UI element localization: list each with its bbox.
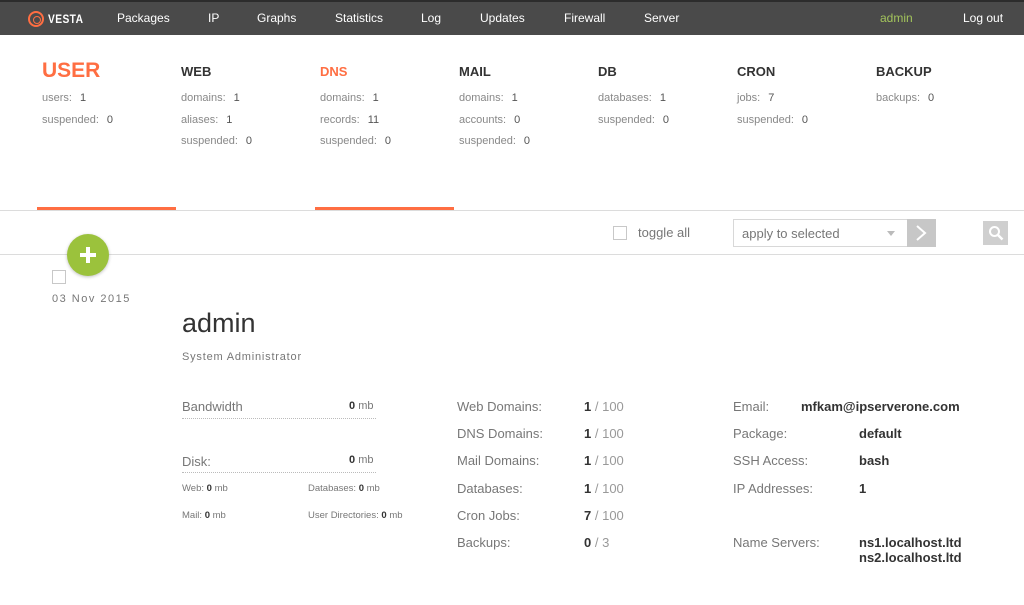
nav-server[interactable]: Server bbox=[644, 11, 679, 25]
divider-toolbar bbox=[0, 254, 1024, 255]
stat-row: jobs: 7 bbox=[737, 92, 775, 104]
record-user-role: System Administrator bbox=[182, 351, 302, 363]
search-button[interactable] bbox=[983, 221, 1008, 245]
stat-cron[interactable]: CRON jobs: 7 suspended: 0 bbox=[737, 60, 808, 131]
nav-statistics[interactable]: Statistics bbox=[335, 11, 383, 25]
stat-cron-title: CRON bbox=[737, 64, 776, 79]
stat-row: suspended: 0 bbox=[459, 135, 531, 147]
bandwidth-value: 0 mb bbox=[349, 400, 374, 412]
bandwidth-label: Bandwidth bbox=[182, 399, 243, 414]
divider-top bbox=[0, 210, 1024, 211]
limit-label: Web Domains: bbox=[457, 399, 543, 414]
nav-firewall[interactable]: Firewall bbox=[564, 11, 605, 25]
stat-row: databases: 1 bbox=[598, 92, 666, 104]
chevron-right-icon bbox=[916, 225, 927, 241]
nav-packages[interactable]: Packages bbox=[117, 11, 170, 25]
stat-web-title: WEB bbox=[181, 64, 212, 79]
email-label: Email: bbox=[733, 399, 770, 414]
limit-label: DNS Domains: bbox=[457, 426, 543, 441]
ssh-access-value: bash bbox=[859, 453, 890, 468]
web-disk-usage: Web: 0 mb bbox=[182, 483, 228, 494]
search-icon bbox=[989, 226, 1004, 241]
disk-label: Disk: bbox=[182, 454, 211, 469]
bandwidth-bar bbox=[182, 418, 376, 419]
stat-dns[interactable]: DNS domains: 1 records: 11 suspended: 0 bbox=[320, 60, 391, 153]
limit-label: Mail Domains: bbox=[457, 453, 540, 468]
nav-current-user[interactable]: admin bbox=[880, 11, 913, 25]
name-server-1: ns1.localhost.ltd bbox=[859, 535, 962, 550]
limit-value: 1 / 100 bbox=[584, 426, 624, 441]
databases-disk-usage: Databases: 0 mb bbox=[308, 483, 380, 494]
nav-logout[interactable]: Log out bbox=[963, 11, 1003, 25]
stat-db-title: DB bbox=[598, 64, 617, 79]
userdirs-disk-usage: User Directories: 0 mb bbox=[308, 510, 403, 521]
record-user-name[interactable]: admin bbox=[182, 308, 256, 339]
apply-to-selected-select[interactable]: apply to selected bbox=[733, 219, 908, 247]
vesta-logo-icon bbox=[28, 11, 44, 27]
limit-label: Backups: bbox=[457, 535, 511, 550]
stat-row: suspended: 0 bbox=[737, 113, 809, 126]
add-user-button[interactable] bbox=[67, 234, 109, 276]
email-value: mfkam@ipserverone.com bbox=[801, 399, 960, 414]
limit-value: 1 / 100 bbox=[584, 481, 624, 496]
limit-value: 1 / 100 bbox=[584, 453, 624, 468]
plus-icon bbox=[80, 247, 96, 263]
stat-row: suspended: 0 bbox=[320, 135, 392, 147]
package-label: Package: bbox=[733, 426, 788, 441]
stat-user-title: USER bbox=[42, 59, 101, 82]
stat-row: domains: 1 bbox=[320, 92, 379, 104]
stat-web[interactable]: WEB domains: 1 aliases: 1 suspended: 0 bbox=[181, 60, 252, 153]
vesta-logo-text: VESTA bbox=[48, 12, 84, 26]
stat-row: suspended: 0 bbox=[42, 113, 114, 126]
stat-row: users: 1 bbox=[42, 92, 87, 104]
package-value: default bbox=[859, 426, 902, 441]
apply-to-selected-value: apply to selected bbox=[742, 226, 840, 241]
stat-db[interactable]: DB databases: 1 suspended: 0 bbox=[598, 60, 669, 131]
record-date: 03 Nov 2015 bbox=[52, 293, 131, 305]
limit-label: Cron Jobs: bbox=[457, 508, 520, 523]
nav-graphs[interactable]: Graphs bbox=[257, 11, 296, 25]
stat-row: backups: 0 bbox=[876, 92, 935, 104]
apply-button[interactable] bbox=[907, 219, 936, 247]
name-server-2: ns2.localhost.ltd bbox=[859, 550, 962, 565]
top-nav-bar: VESTA Packages IP Graphs Statistics Log … bbox=[0, 0, 1024, 35]
stat-dns-title: DNS bbox=[320, 64, 348, 79]
ip-addresses-value: 1 bbox=[859, 481, 867, 496]
limit-value: 7 / 100 bbox=[584, 508, 624, 523]
disk-value: 0 mb bbox=[349, 454, 374, 466]
stat-row: accounts: 0 bbox=[459, 113, 521, 126]
toggle-all-checkbox[interactable] bbox=[613, 226, 627, 240]
stat-row: aliases: 1 bbox=[181, 113, 233, 126]
nav-updates[interactable]: Updates bbox=[480, 11, 525, 25]
toggle-all-label[interactable]: toggle all bbox=[638, 225, 690, 240]
stat-user[interactable]: USER users: 1 suspended: 0 bbox=[42, 60, 113, 131]
stat-mail[interactable]: MAIL domains: 1 accounts: 0 suspended: 0 bbox=[459, 60, 530, 153]
caret-down-icon bbox=[887, 231, 895, 236]
stat-row: suspended: 0 bbox=[181, 135, 253, 147]
mail-disk-usage: Mail: 0 mb bbox=[182, 510, 226, 521]
stat-backup[interactable]: BACKUP backups: 0 bbox=[876, 60, 934, 110]
nav-ip[interactable]: IP bbox=[208, 11, 219, 25]
limit-value: 1 / 100 bbox=[584, 399, 624, 414]
stat-row: domains: 1 bbox=[181, 92, 240, 104]
stat-mail-title: MAIL bbox=[459, 64, 491, 79]
stat-row: records: 11 bbox=[320, 113, 380, 126]
name-servers-label: Name Servers: bbox=[733, 535, 820, 550]
vesta-logo[interactable]: VESTA bbox=[28, 9, 90, 29]
stat-backup-title: BACKUP bbox=[876, 64, 932, 79]
stat-row: suspended: 0 bbox=[598, 113, 670, 126]
ssh-access-label: SSH Access: bbox=[733, 453, 809, 468]
limit-label: Databases: bbox=[457, 481, 523, 496]
limit-value: 0 / 3 bbox=[584, 535, 610, 550]
disk-bar bbox=[182, 472, 376, 473]
ip-addresses-label: IP Addresses: bbox=[733, 481, 813, 496]
stat-row: domains: 1 bbox=[459, 92, 518, 104]
row-checkbox[interactable] bbox=[52, 270, 66, 284]
nav-log[interactable]: Log bbox=[421, 11, 441, 25]
